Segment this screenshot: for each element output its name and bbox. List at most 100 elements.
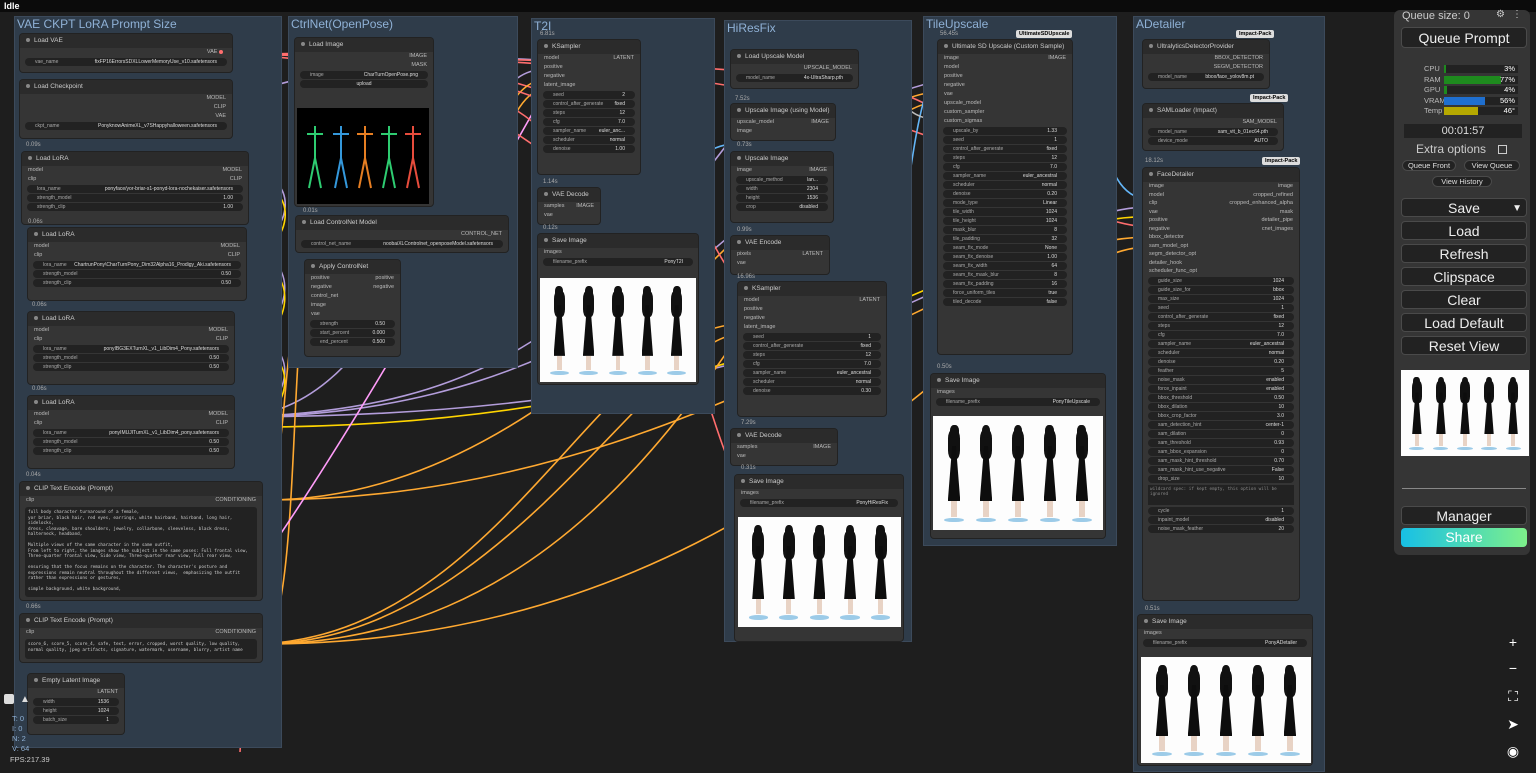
widget-lora-name[interactable]: lora_name ponyIMUJITurnXL_v1_LibDim4_pony…: [33, 429, 229, 437]
widget-strength-clip[interactable]: strength_clip 1.00: [27, 203, 243, 211]
widget-ckpt-name[interactable]: ckpt_name PonyknowAnimeXL_v7SHappyhallowe…: [25, 122, 227, 130]
widget-scheduler[interactable]: scheduler normal: [743, 378, 881, 386]
widget-vae-name[interactable]: vae_name fixFP16ErrorsSDXLLowerMemoryUse_…: [25, 58, 227, 66]
widget-sam-dilation[interactable]: sam_dilation 0: [1148, 429, 1294, 438]
input-slot[interactable]: scheduler_func_opt: [1149, 267, 1197, 276]
widget-upscale-method[interactable]: upscale_method lan...: [736, 176, 828, 184]
widget-cfg[interactable]: cfg 7.0: [743, 360, 881, 368]
clipspace-button[interactable]: Clipspace: [1401, 267, 1527, 286]
extra-options-checkbox[interactable]: [1498, 145, 1507, 154]
widget-strength-model[interactable]: strength_model 0.50: [33, 270, 241, 278]
widget-width[interactable]: width 1536: [33, 698, 119, 706]
widget-strength-model[interactable]: strength_model 0.50: [33, 354, 229, 362]
node-clip-text-encode-positive[interactable]: CLIP Text Encode (Prompt) clip CONDITIONI…: [20, 482, 262, 600]
refresh-button[interactable]: Refresh: [1401, 244, 1527, 263]
widget-height[interactable]: height 1024: [33, 707, 119, 715]
slot-row[interactable]: segm_detector_opt: [1143, 250, 1299, 259]
pin-icon[interactable]: ▲: [20, 694, 30, 705]
node-load-checkpoint[interactable]: Load Checkpoint MODEL CLIP VAE ckpt_name…: [20, 80, 232, 138]
widget-steps[interactable]: steps 12: [743, 351, 881, 359]
widget-scheduler[interactable]: scheduler normal: [1148, 348, 1294, 357]
latest-output-preview[interactable]: [1401, 370, 1529, 456]
widget-denoise[interactable]: denoise 1.00: [543, 145, 635, 153]
widget-width[interactable]: width 2304: [736, 185, 828, 193]
widget-scheduler[interactable]: scheduler normal: [543, 136, 635, 144]
widget-lora-name[interactable]: lora_name ponyface/yor-briar-s1-ponyd-lor…: [27, 185, 243, 193]
output-slot[interactable]: detailer_pipe: [1262, 216, 1294, 225]
widget-guide-size[interactable]: guide_size 1024: [1148, 276, 1294, 285]
widget-sampler-name[interactable]: sampler_name euler_anc...: [543, 127, 635, 135]
widget-filename-prefix[interactable]: filename_prefix PonyT2I: [543, 258, 693, 266]
input-slot[interactable]: bbox_detector: [1149, 233, 1184, 242]
node-save-image-t2i[interactable]: Save Image images filename_prefix PonyT2I: [538, 234, 698, 384]
widget-lora-name[interactable]: lora_name ChartrunPony\CharTurnPony_Dim32…: [33, 261, 241, 269]
node-load-lora-3[interactable]: Load LoRA model MODEL clip CLIP lora_name p…: [28, 312, 234, 384]
output-model[interactable]: MODEL: [206, 94, 226, 103]
save-button[interactable]: Save ▼: [1401, 198, 1527, 217]
widget-sam-threshold[interactable]: sam_threshold 0.93: [1148, 438, 1294, 447]
input-slot[interactable]: positive: [1149, 216, 1168, 225]
widget-model-name[interactable]: model_name sam_vit_b_01ec64.pth: [1148, 128, 1278, 136]
widget-sam-mask-hint-threshold[interactable]: sam_mask_hint_threshold 0.70: [1148, 456, 1294, 465]
widget-tile-padding[interactable]: tile_padding 32: [943, 235, 1067, 243]
node-save-image-hires[interactable]: Save Image images filename_prefix PonyHiR…: [735, 475, 903, 641]
widget-denoise[interactable]: denoise 0.30: [743, 387, 881, 395]
widget-max-size[interactable]: max_size 1024: [1148, 294, 1294, 303]
input-slot[interactable]: vae: [1149, 208, 1158, 217]
widget-control-net-name[interactable]: control_net_name noobaiXLControlnet_openp…: [301, 240, 503, 248]
node-load-lora-2[interactable]: Load LoRA model MODEL clip CLIP lora_name C…: [28, 228, 246, 300]
input-slot[interactable]: negative: [1149, 225, 1170, 234]
widget-seam-fix-width[interactable]: seam_fix_width 64: [943, 262, 1067, 270]
upload-button[interactable]: upload: [300, 80, 428, 88]
output-clip[interactable]: CLIP: [230, 175, 242, 184]
widget-seam-fix-mask-blur[interactable]: seam_fix_mask_blur 8: [943, 271, 1067, 279]
input-clip[interactable]: clip: [28, 175, 36, 184]
slot-row[interactable]: model cropped_refined: [1143, 191, 1299, 200]
node-load-vae[interactable]: Load VAE VAE vae_name fixFP16ErrorsSDXLLo…: [20, 34, 232, 72]
node-vae-decode-t2i[interactable]: VAE Decode samples IMAGE vae: [538, 188, 600, 224]
output-slot[interactable]: cropped_refined: [1253, 191, 1293, 200]
zoom-out-icon[interactable]: −: [1498, 658, 1528, 678]
input-slot[interactable]: detailer_hook: [1149, 259, 1182, 268]
wildcard-textarea[interactable]: wildcard spec: if kept empty, this optio…: [1148, 484, 1294, 505]
widget-seam-fix-denoise[interactable]: seam_fix_denoise 1.00: [943, 253, 1067, 261]
widget-seed[interactable]: seed 1: [743, 333, 881, 341]
node-clip-text-encode-negative[interactable]: CLIP Text Encode (Prompt) clip CONDITIONI…: [20, 614, 262, 662]
widget-steps[interactable]: steps 12: [943, 154, 1067, 162]
widget-strength-clip[interactable]: strength_clip 0.50: [33, 363, 229, 371]
widget-force-uniform-tiles[interactable]: force_uniform_tiles true: [943, 289, 1067, 297]
widget-bbox-dilation[interactable]: bbox_dilation 10: [1148, 402, 1294, 411]
clear-button[interactable]: Clear: [1401, 290, 1527, 309]
share-button[interactable]: Share: [1401, 528, 1527, 547]
widget-strength-model[interactable]: strength_model 1.00: [27, 194, 243, 202]
widget-device-mode[interactable]: device_mode AUTO: [1148, 137, 1278, 145]
widget-mask-blur[interactable]: mask_blur 8: [943, 226, 1067, 234]
output-slot[interactable]: mask: [1280, 208, 1293, 217]
slot-row[interactable]: sam_model_opt: [1143, 242, 1299, 251]
queue-prompt-button[interactable]: Queue Prompt: [1401, 27, 1527, 48]
visibility-icon[interactable]: ◉: [1498, 741, 1528, 761]
widget-strength-clip[interactable]: strength_clip 0.50: [33, 279, 241, 287]
output-latent[interactable]: LATENT: [97, 688, 118, 697]
input-model[interactable]: model: [28, 166, 43, 175]
widget-control-after-generate[interactable]: control_after_generate fixed: [1148, 312, 1294, 321]
widget-sam-detection-hint[interactable]: sam_detection_hint center-1: [1148, 420, 1294, 429]
output-vae[interactable]: VAE: [215, 112, 226, 121]
widget-sampler-name[interactable]: sampler_name euler_ancestral: [943, 172, 1067, 180]
widget-filename-prefix[interactable]: filename_prefix PonyHiResFix: [740, 499, 898, 507]
widget-mode-type[interactable]: mode_type Linear: [943, 199, 1067, 207]
node-load-controlnet[interactable]: Load ControlNet Model CONTROL_NET contro…: [296, 216, 508, 252]
slot-row[interactable]: scheduler_func_opt: [1143, 267, 1299, 276]
widget-batch-size[interactable]: batch_size 1: [33, 716, 119, 724]
node-vae-decode-hires[interactable]: VAE Decode samples IMAGE vae: [731, 429, 837, 465]
widget-seed[interactable]: seed 1: [1148, 303, 1294, 312]
node-ksampler-t2i[interactable]: KSampler model LATENT positive negative l…: [538, 40, 640, 174]
widget-tile-height[interactable]: tile_height 1024: [943, 217, 1067, 225]
widget-scheduler[interactable]: scheduler normal: [943, 181, 1067, 189]
output-conditioning[interactable]: CONDITIONING: [215, 496, 256, 505]
widget-sampler-name[interactable]: sampler_name euler_ancestral: [1148, 339, 1294, 348]
node-upscale-image[interactable]: Upscale Image image IMAGE upscale_method l…: [731, 152, 833, 222]
node-load-lora-1[interactable]: Load LoRA model MODEL clip CLIP lora_name p…: [22, 152, 248, 224]
slot-row[interactable]: image image: [1143, 182, 1299, 191]
widget-bbox-threshold[interactable]: bbox_threshold 0.50: [1148, 393, 1294, 402]
